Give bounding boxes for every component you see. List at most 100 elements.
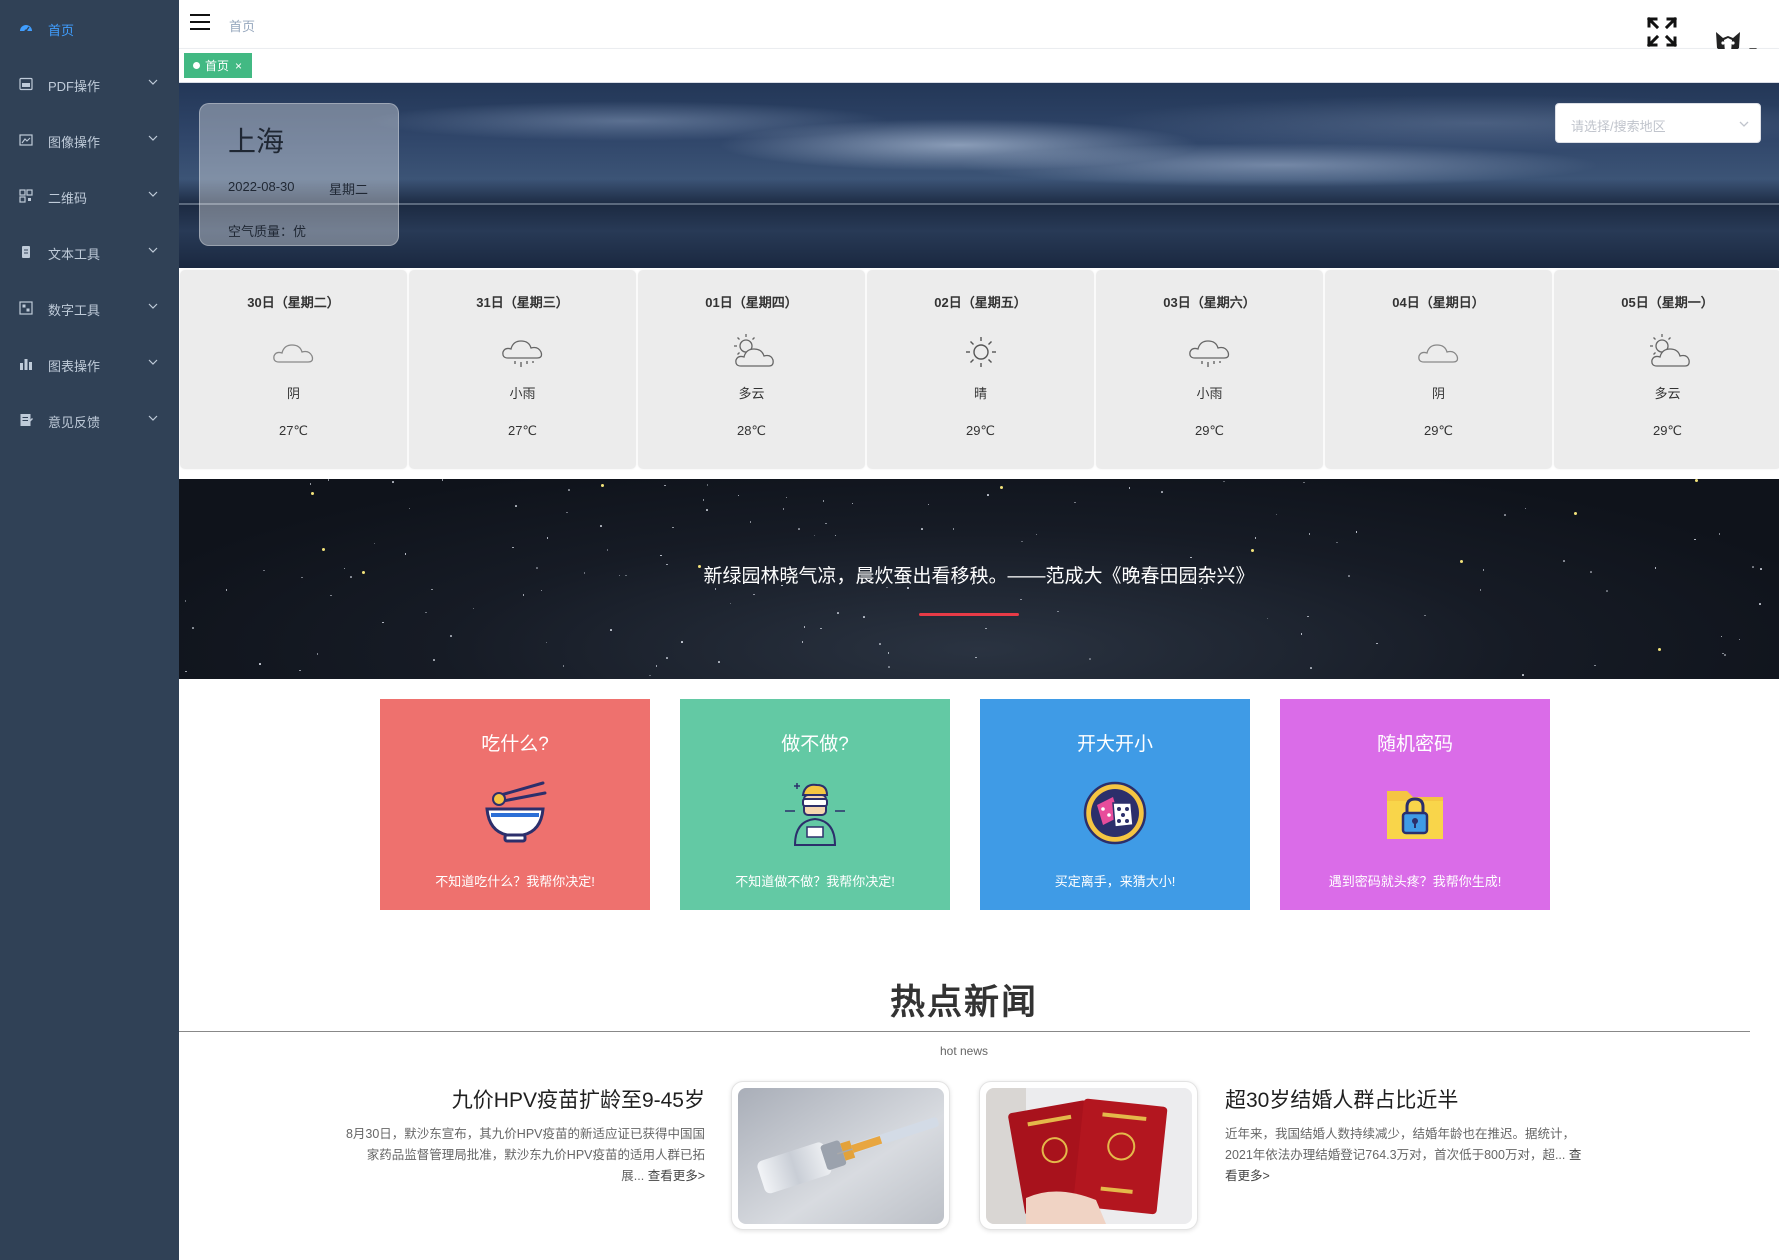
close-icon[interactable]: × [235,59,242,73]
chevron-down-icon [148,359,158,365]
qrcode-icon [19,189,33,203]
star-dot [887,651,890,654]
star-dot [813,534,816,537]
sidebar-item-label: 文本工具 [48,247,101,262]
news-section-title: 热点新闻 [889,983,1038,1022]
sidebar-item-number-tools[interactable]: 数字工具 [0,288,179,328]
star-dot [311,492,315,496]
star-dot [1251,549,1255,553]
star-dot [392,481,395,484]
news-image[interactable] [731,1081,950,1230]
light-rain-icon [502,340,543,367]
star-dot [1000,485,1004,489]
star-dot [1694,538,1696,541]
hamburger-menu-icon[interactable] [190,14,210,32]
sidebar-item-label: PDF操作 [48,79,101,94]
star-dot [1724,654,1726,656]
tool-card-do-or-not[interactable]: 做不做? 不知道做不做？我帮你决定! [680,699,950,910]
weather-date: 2022-08-30 [228,179,295,194]
news-title[interactable]: 超30岁结婚人群占比近半 [1225,1084,1555,1114]
region-select[interactable]: 请选择/搜索地区 [1555,103,1761,143]
star-dot [450,635,452,637]
sidebar-item-text-tools[interactable]: 文本工具 [0,232,179,272]
chevron-down-icon [148,303,158,309]
light-rain-icon [1189,340,1230,367]
star-dot [404,553,407,555]
sidebar-item-label: 数字工具 [48,303,101,318]
star-dot [424,611,427,614]
tag-home[interactable]: 首页 × [184,53,253,78]
star-dot [822,500,825,502]
tool-desc: 不知道做不做？我帮你决定! [735,874,895,889]
overcast-icon [273,344,314,363]
star-dot [1355,531,1358,533]
chevron-down-icon [148,191,158,197]
horizon-line [179,203,1779,205]
star-dot [258,663,261,665]
active-dot-icon [193,62,200,69]
forecast-card: 30日（星期二） 阴 27℃ [180,270,407,469]
star-dot [431,588,433,591]
sunny-icon [966,337,996,367]
forecast-desc: 晴 [973,386,987,401]
sidebar-item-home[interactable]: 首页 [0,8,179,48]
tool-card-what-to-eat[interactable]: 吃什么? 不知道吃什么？我帮你决定! [380,699,650,910]
star-dot [299,669,301,672]
star-dot [512,546,514,549]
tool-desc: 买定离手，来猜大小! [1054,874,1176,889]
breadcrumb[interactable]: 首页 [229,16,255,35]
star-dot [666,656,669,659]
forecast-card: 03日（星期六） 小雨 29℃ [1096,270,1323,469]
star-dot [373,542,376,545]
dice-icon [1083,781,1147,845]
star-dot [1574,511,1578,515]
read-more-link[interactable]: 查看更多> [648,1169,705,1183]
news-title[interactable]: 九价HPV疫苗扩龄至9-45岁 [400,1084,705,1114]
tool-title: 做不做? [781,734,849,755]
chevron-down-icon [1739,121,1749,127]
star-dot [737,494,740,497]
tag-label: 首页 [205,59,230,73]
star-dot [1504,513,1506,516]
star-dot [851,502,854,505]
forecast-day: 02日（星期五） [934,295,1027,310]
sidebar-item-image[interactable]: 图像操作 [0,120,179,160]
tool-desc: 遇到密码就头疼？我帮你生成! [1328,874,1502,889]
fullscreen-icon[interactable] [1647,17,1677,47]
star-dot [522,593,525,596]
overcast-icon [1418,344,1459,363]
star-dot [985,627,987,630]
star-dot [408,507,411,510]
star-dot [321,548,325,552]
city-name: 上海 [228,126,285,157]
star-dot [798,527,801,530]
forecast-day: 30日（星期二） [247,295,340,310]
forecast-row: 30日（星期二） 阴 27℃ 31日（星期三） 小雨 27℃ 01日（星期四） … [179,270,1779,470]
poem-underline [919,613,1019,616]
tool-card-big-or-small[interactable]: 开大开小 买定离手，来猜大小! [980,699,1250,910]
tool-title: 开大开小 [1076,734,1153,755]
star-dot [785,496,788,499]
star-dot [1275,513,1278,516]
sidebar-item-feedback[interactable]: 意见反馈 [0,400,179,440]
sidebar-item-label: 意见反馈 [48,415,101,430]
news-image[interactable] [979,1081,1198,1230]
forecast-day: 31日（星期三） [476,295,569,310]
news-summary: 近年来，我国结婚人数持续减少，结婚年龄也在推迟。据统计，2021年依法办理结婚登… [1225,1124,1585,1187]
sidebar-item-pdf[interactable]: PDF操作 [0,64,179,104]
sidebar: 首页 PDF操作 图像操作 二维码 文本工具 数字工具 图表操作 意见反馈 [0,0,179,1260]
star-dot [706,509,708,511]
tool-title: 随机密码 [1376,734,1453,755]
star-dot [601,483,605,487]
thinker-person-icon [785,783,845,846]
star-dot [1522,673,1524,676]
star-dot [184,600,187,603]
sidebar-item-qrcode[interactable]: 二维码 [0,176,179,216]
star-dot [192,627,195,629]
tool-card-random-password[interactable]: 随机密码 遇到密码就头疼？我帮你生成! [1280,699,1550,910]
star-dot [225,589,228,592]
star-dot [879,643,881,645]
sidebar-item-charts[interactable]: 图表操作 [0,344,179,384]
star-dot [184,670,187,673]
star-dot [729,602,732,605]
